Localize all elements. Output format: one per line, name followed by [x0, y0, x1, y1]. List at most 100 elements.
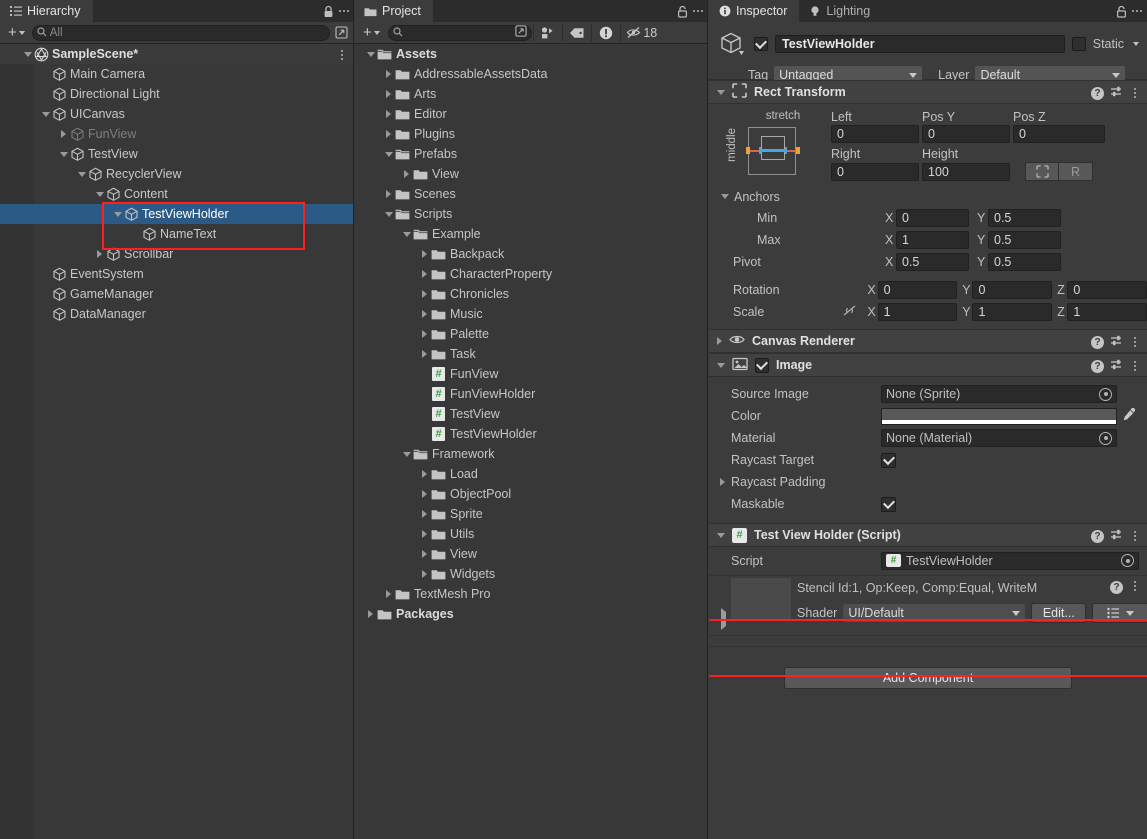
pivot-x-field[interactable]: 0.5 [896, 253, 969, 271]
project-add-button[interactable]: + [359, 24, 384, 41]
project-row-sprite[interactable]: Sprite [355, 504, 708, 524]
project-row-palette[interactable]: Palette [355, 324, 708, 344]
hierarchy-row-content[interactable]: Content [0, 184, 354, 204]
left-field[interactable]: 0 [831, 125, 919, 143]
static-dropdown-icon[interactable] [1133, 42, 1139, 46]
anchors-min-y-field[interactable]: 0.5 [988, 209, 1061, 227]
project-row-scenes[interactable]: Scenes [355, 184, 708, 204]
component-header-image[interactable]: Image ? [709, 353, 1147, 377]
posy-field[interactable]: 0 [922, 125, 1010, 143]
hierarchy-row-testview[interactable]: TestView [0, 144, 354, 164]
raw-edit-mode-button[interactable]: R [1059, 162, 1093, 181]
project-tree[interactable]: Assets AddressableAssetsData Arts Editor Plu… [355, 44, 708, 839]
chevron-right-icon[interactable] [717, 337, 722, 345]
component-menu-icon[interactable] [1129, 529, 1141, 543]
posz-field[interactable]: 0 [1013, 125, 1105, 143]
maskable-checkbox[interactable] [881, 496, 896, 512]
gameobject-name-field[interactable]: TestViewHolder [775, 35, 1065, 53]
anchor-preset-widget[interactable]: stretch middle [723, 110, 831, 181]
component-menu-icon[interactable] [1129, 335, 1141, 349]
project-row-objectpool[interactable]: ObjectPool [355, 484, 708, 504]
chevron-right-icon[interactable] [418, 550, 431, 558]
chevron-right-icon[interactable] [418, 330, 431, 338]
project-row-arts[interactable]: Arts [355, 84, 708, 104]
blueprint-mode-button[interactable] [1025, 162, 1059, 181]
preset-icon[interactable] [1110, 528, 1123, 544]
project-row-characterproperty[interactable]: CharacterProperty [355, 264, 708, 284]
chevron-down-icon[interactable] [364, 51, 377, 57]
picker-icon[interactable] [515, 25, 527, 40]
filter-by-type-button[interactable] [535, 24, 561, 42]
chevron-right-icon[interactable] [382, 130, 395, 138]
chevron-right-icon[interactable] [720, 478, 725, 486]
chevron-down-icon[interactable] [717, 532, 725, 538]
chevron-right-icon[interactable] [57, 130, 70, 138]
material-field[interactable]: None (Material) [881, 429, 1117, 447]
hierarchy-picker-button[interactable] [333, 24, 350, 41]
error-filter-button[interactable] [593, 24, 619, 42]
component-header-test-view-holder-script[interactable]: # Test View Holder (Script) ? [709, 523, 1147, 547]
chevron-right-icon[interactable] [364, 610, 377, 618]
hierarchy-row-funview[interactable]: FunView [0, 124, 354, 144]
lock-open-icon[interactable] [1113, 2, 1129, 20]
scene-menu-icon[interactable] [336, 48, 348, 62]
hierarchy-search-input[interactable]: All [31, 24, 330, 41]
hierarchy-row-gamemanager[interactable]: GameManager [0, 284, 354, 304]
chevron-right-icon[interactable] [382, 90, 395, 98]
chevron-down-icon[interactable] [721, 194, 729, 199]
component-header-canvas-renderer[interactable]: Canvas Renderer ? [709, 329, 1147, 353]
hierarchy-row-datamanager[interactable]: DataManager [0, 304, 354, 324]
chevron-down-icon[interactable] [400, 231, 413, 237]
chevron-down-icon[interactable] [21, 51, 34, 57]
help-icon[interactable]: ? [1091, 359, 1104, 373]
component-menu-icon[interactable] [1129, 86, 1141, 100]
raycast-padding-row[interactable]: Raycast Padding [709, 471, 1147, 493]
chevron-right-icon[interactable] [418, 570, 431, 578]
project-row-music[interactable]: Music [355, 304, 708, 324]
chevron-right-icon[interactable] [418, 510, 431, 518]
project-row-editor[interactable]: Editor [355, 104, 708, 124]
chevron-down-icon[interactable] [382, 151, 395, 157]
hierarchy-row-eventsystem[interactable]: EventSystem [0, 264, 354, 284]
chevron-right-icon[interactable] [418, 350, 431, 358]
chevron-right-icon[interactable] [418, 290, 431, 298]
script-field[interactable]: # TestViewHolder [881, 551, 1139, 570]
chevron-down-icon[interactable] [717, 362, 725, 368]
component-header-rect-transform[interactable]: Rect Transform ? [709, 80, 1147, 104]
material-foldout-arrow[interactable] [721, 608, 726, 630]
static-checkbox[interactable] [1071, 37, 1086, 51]
project-row-testview[interactable]: # TestView [355, 404, 708, 424]
project-row-funview[interactable]: # FunView [355, 364, 708, 384]
hierarchy-row-nametext[interactable]: NameText [0, 224, 354, 244]
chevron-right-icon[interactable] [418, 250, 431, 258]
chevron-right-icon[interactable] [418, 470, 431, 478]
project-row-utils[interactable]: Utils [355, 524, 708, 544]
project-row-scripts[interactable]: Scripts [355, 204, 708, 224]
chevron-right-icon[interactable] [400, 170, 413, 178]
pivot-y-field[interactable]: 0.5 [988, 253, 1061, 271]
hierarchy-row-uicanvas[interactable]: UICanvas [0, 104, 354, 124]
hierarchy-row-testviewholder[interactable]: TestViewHolder [0, 204, 354, 224]
lock-open-icon[interactable] [674, 2, 690, 20]
chevron-right-icon[interactable] [418, 530, 431, 538]
help-icon[interactable]: ? [1110, 581, 1123, 594]
chevron-down-icon[interactable] [717, 89, 725, 95]
project-row-view[interactable]: View [355, 544, 708, 564]
preset-icon[interactable] [1110, 358, 1123, 374]
project-row-addressableassetsdata[interactable]: AddressableAssetsData [355, 64, 708, 84]
source-image-field[interactable]: None (Sprite) [881, 385, 1117, 403]
anchors-min-x-field[interactable]: 0 [896, 209, 969, 227]
object-picker-icon[interactable] [1099, 431, 1112, 445]
preset-icon[interactable] [1110, 85, 1123, 101]
help-icon[interactable]: ? [1091, 86, 1104, 100]
project-row-assets[interactable]: Assets [355, 44, 708, 64]
chevron-down-icon[interactable] [75, 171, 88, 177]
lock-closed-icon[interactable] [320, 2, 336, 20]
chevron-down-icon[interactable] [39, 111, 52, 117]
height-field[interactable]: 100 [922, 162, 1010, 181]
project-row-plugins[interactable]: Plugins [355, 124, 708, 144]
project-row-backpack[interactable]: Backpack [355, 244, 708, 264]
object-picker-icon[interactable] [1121, 554, 1134, 567]
project-row-packages[interactable]: Packages [355, 604, 708, 624]
chevron-down-icon[interactable] [400, 451, 413, 457]
